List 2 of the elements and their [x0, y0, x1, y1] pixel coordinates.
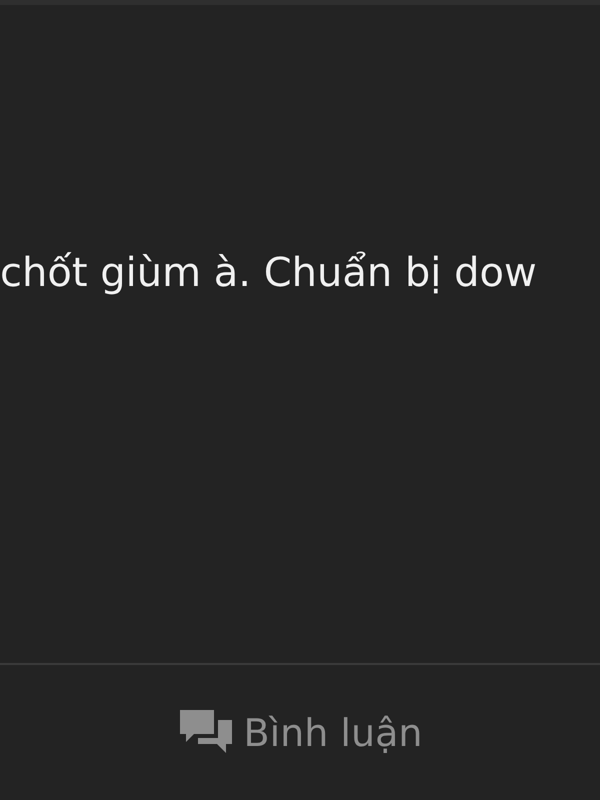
post-text: chốt giùm à. Chuẩn bị dow [0, 249, 538, 297]
comment-button[interactable]: Bình luận [178, 708, 422, 758]
